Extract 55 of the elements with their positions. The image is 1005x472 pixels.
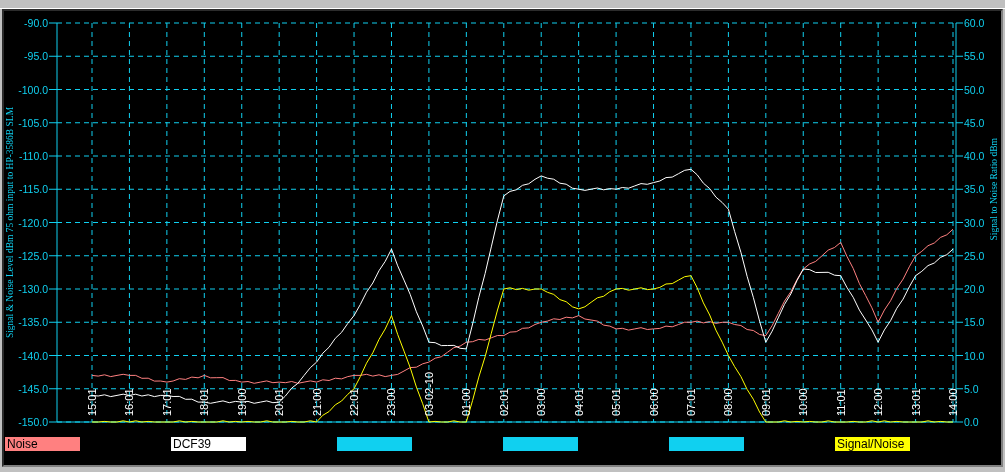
axis-tick-label: 20.0 [964, 283, 985, 295]
axis-tick-label: 60.0 [964, 17, 985, 29]
time-axis-label: 18:01 [198, 388, 211, 416]
time-axis-label: 07:01 [684, 388, 697, 416]
axis-tick-label: 50.0 [964, 83, 985, 96]
time-axis-label: 02:01 [497, 388, 510, 416]
legend-item: Noise [5, 437, 80, 451]
time-axis-label: 01:00 [460, 388, 473, 416]
time-axis-label: 17:01 [160, 388, 173, 416]
axis-tick-label: 45.0 [964, 116, 985, 129]
axis-tick-label: -95.0 [24, 50, 48, 63]
time-axis-label: 06:00 [647, 388, 660, 416]
time-axis-label: 09:01 [759, 388, 772, 416]
time-axis-label: 10:00 [797, 388, 810, 416]
time-axis-label: 05:01 [610, 388, 623, 416]
axis-tick-label: -110.0 [19, 150, 48, 162]
left-axis-title: Signal & Noise Level dBm 75 ohm input to HP-3586B SLM [5, 106, 15, 339]
axis-tick-label: -150.0 [18, 416, 48, 428]
axis-tick-label: -120.0 [18, 216, 48, 229]
time-axis-label: 23:00 [385, 388, 398, 416]
time-axis-label: 03:00 [535, 388, 548, 416]
time-axis-label: 22:01 [348, 388, 361, 416]
axis-tick-label: -125.0 [18, 249, 48, 262]
axis-tick-label: 30.0 [964, 216, 985, 229]
time-axis-label: 16:01 [123, 388, 136, 416]
right-axis-title: Signal to Noise Ratio dBm [989, 138, 999, 241]
axis-tick-label: -130.0 [18, 283, 48, 295]
axis-tick-label: 10.0 [964, 349, 985, 362]
time-axis-label: 14:00 [947, 388, 959, 416]
time-axis-label: 03-02-10 [422, 371, 435, 416]
axis-tick-label: -140.0 [18, 349, 48, 362]
time-axis-label: 15:01 [86, 388, 98, 416]
time-axis-label: 21:00 [310, 388, 323, 416]
axis-tick-label: 40.0 [964, 150, 985, 162]
time-axis-label: 20:01 [273, 388, 286, 416]
time-axis-label: 12:00 [872, 388, 885, 416]
axis-tick-label: 5.0 [964, 382, 979, 395]
axis-tick-label: -90.0 [24, 17, 48, 29]
legend-item: DCF39 [171, 437, 246, 451]
axis-tick-label: -135.0 [18, 316, 48, 329]
axis-tick-label: -115.0 [19, 183, 48, 196]
time-axis-label: 19:00 [235, 388, 248, 416]
time-axis-label: 04:01 [572, 388, 585, 416]
time-axis-label: 08:00 [722, 388, 735, 416]
time-axis-label: 13:01 [909, 388, 922, 416]
axis-tick-label: 0.0 [964, 416, 979, 428]
axis-tick-label: 55.0 [964, 50, 985, 63]
axis-tick-label: 35.0 [964, 183, 985, 196]
axis-tick-label: -100.0 [18, 83, 48, 96]
axis-tick-label: 15.0 [964, 316, 985, 329]
legend-item: Signal/Noise [835, 437, 910, 451]
time-axis-label: 11:01 [834, 389, 847, 416]
axis-tick-label: -105.0 [18, 116, 48, 129]
axis-tick-label: -145.0 [18, 382, 48, 395]
axis-tick-label: 25.0 [964, 249, 985, 262]
